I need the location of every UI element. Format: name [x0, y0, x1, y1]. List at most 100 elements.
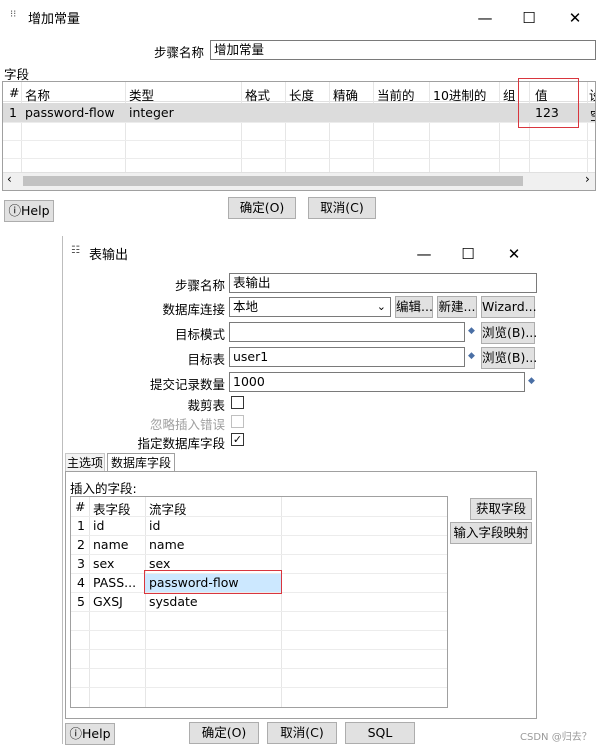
- sql-button[interactable]: SQL: [345, 722, 415, 744]
- row-table-field[interactable]: GXSJ: [93, 594, 123, 609]
- window-title: 增加常量: [28, 12, 81, 27]
- col-header-precision: 精确: [333, 88, 359, 103]
- commit-size-input[interactable]: 1000: [229, 372, 525, 392]
- row-sep: [71, 687, 447, 688]
- close-button[interactable]: ✕: [552, 3, 598, 33]
- step-name-label: 步骤名称: [153, 45, 204, 60]
- row-type[interactable]: integer: [129, 105, 174, 120]
- schema-input[interactable]: [229, 322, 465, 342]
- row-sep: [71, 668, 447, 669]
- row-sep: [71, 649, 447, 650]
- tab-database-fields[interactable]: 数据库字段: [107, 453, 175, 472]
- target-table-label: 目标表: [187, 352, 225, 367]
- row-sep: [3, 122, 595, 123]
- col-sep: [89, 497, 90, 707]
- get-fields-button[interactable]: 获取字段: [470, 498, 532, 520]
- col-header-decimal: 10进制的: [433, 88, 487, 103]
- constants-table[interactable]: # 名称 类型 格式 长度 精确 当前的 10进制的 组 值 设 1 passw…: [2, 81, 596, 191]
- row-num: 5: [77, 594, 85, 609]
- row-name[interactable]: password-flow: [25, 105, 115, 120]
- maximize-button[interactable]: ☐: [506, 3, 552, 33]
- window-title: 表输出: [89, 248, 129, 263]
- row-sep: [3, 158, 595, 159]
- help-button[interactable]: ⓘHelp: [65, 723, 115, 745]
- maximize-button[interactable]: ☐: [445, 239, 491, 269]
- row-table-field[interactable]: sex: [93, 556, 114, 571]
- specify-fields-checkbox[interactable]: ✓: [231, 433, 244, 446]
- step-name-input[interactable]: 增加常量: [210, 40, 596, 60]
- tab-main[interactable]: 主选项: [65, 453, 105, 471]
- col-sep: [145, 497, 146, 707]
- commit-size-label: 提交记录数量: [149, 377, 225, 392]
- col-sep: [21, 82, 22, 174]
- tab-panel: 插入的字段: # 表字段 流字段 1 id id 2 name name 3 s…: [65, 471, 537, 719]
- target-table-input[interactable]: user1: [229, 347, 465, 367]
- table-icon: ☷: [71, 245, 80, 256]
- specify-fields-label: 指定数据库字段: [137, 436, 225, 451]
- scrollbar-thumb[interactable]: [23, 176, 523, 186]
- wizard-button[interactable]: Wizard...: [481, 296, 537, 318]
- col-sep: [285, 82, 286, 174]
- cancel-button[interactable]: 取消(C): [308, 197, 376, 219]
- col-header-num: #: [9, 85, 20, 100]
- map-fields-button[interactable]: 输入字段映射: [450, 522, 532, 544]
- scroll-right-icon[interactable]: ›: [585, 172, 590, 186]
- variable-icon: ◆: [528, 376, 535, 386]
- title-bar: ⁝⁝ 增加常量 — ☐ ✕: [0, 0, 600, 30]
- col-header-name: 名称: [25, 88, 51, 103]
- watermark: CSDN @归去？: [520, 732, 592, 743]
- row-num: 2: [77, 537, 85, 552]
- row-stream-field[interactable]: id: [149, 518, 160, 533]
- scroll-left-icon[interactable]: ‹: [7, 172, 12, 186]
- col-sep: [281, 497, 282, 707]
- row-stream-field[interactable]: sysdate: [149, 594, 198, 609]
- inserted-fields-label: 插入的字段:: [70, 481, 137, 496]
- new-connection-button[interactable]: 新建...: [437, 296, 477, 318]
- row-table-field[interactable]: name: [93, 537, 128, 552]
- table-output-dialog: ☷ 表输出 — ☐ ✕ 步骤名称 表输出 数据库连接 本地 ⌄ 编辑... 新建…: [62, 236, 540, 745]
- row-sep: [71, 554, 447, 555]
- step-name-input[interactable]: 表输出: [229, 273, 537, 293]
- close-button[interactable]: ✕: [491, 239, 537, 269]
- ignore-errors-checkbox: [231, 415, 244, 428]
- col-header-type: 类型: [129, 88, 155, 103]
- ok-button[interactable]: 确定(O): [189, 722, 259, 744]
- minimize-button[interactable]: —: [462, 3, 508, 33]
- col-header-group: 组: [503, 88, 516, 103]
- row-sep: [71, 630, 447, 631]
- connection-select[interactable]: 本地 ⌄: [229, 297, 391, 317]
- connection-label: 数据库连接: [162, 302, 225, 317]
- schema-label: 目标模式: [174, 327, 225, 342]
- col-sep: [373, 82, 374, 174]
- help-icon: ⓘ: [69, 726, 82, 741]
- stream-field-highlight: [144, 570, 282, 594]
- help-icon: ⓘ: [8, 203, 21, 218]
- cancel-button[interactable]: 取消(C): [267, 722, 337, 744]
- col-sep: [587, 82, 588, 174]
- row-table-field[interactable]: PASS...: [93, 575, 145, 590]
- col-sep: [499, 82, 500, 174]
- col-header-currency: 当前的: [377, 88, 415, 103]
- row-sep: [71, 611, 447, 612]
- ignore-errors-label: 忽略插入错误: [149, 417, 225, 432]
- ok-button[interactable]: 确定(O): [228, 197, 296, 219]
- truncate-checkbox[interactable]: [231, 396, 244, 409]
- add-constants-dialog: ⁝⁝ 增加常量 — ☐ ✕ 步骤名称 增加常量 字段 # 名称 类型 格式 长度…: [0, 0, 600, 228]
- col-sep: [125, 82, 126, 174]
- variable-icon: ◆: [468, 351, 475, 361]
- title-bar: ☷ 表输出 — ☐ ✕: [63, 236, 540, 266]
- browse-table-button[interactable]: 浏览(B)...: [481, 347, 537, 369]
- truncate-label: 裁剪表: [187, 398, 225, 413]
- field-mapping-table[interactable]: # 表字段 流字段 1 id id 2 name name 3 sex sex …: [70, 496, 448, 708]
- minimize-button[interactable]: —: [401, 239, 447, 269]
- step-icon: ⁝⁝: [10, 9, 17, 20]
- row-table-field[interactable]: id: [93, 518, 104, 533]
- col-sep: [429, 82, 430, 174]
- col-header-length: 长度: [289, 88, 315, 103]
- edit-connection-button[interactable]: 编辑...: [395, 296, 433, 318]
- row-stream-field[interactable]: name: [149, 537, 184, 552]
- chevron-down-icon: ⌄: [376, 300, 386, 313]
- row-stream-field[interactable]: sex: [149, 556, 170, 571]
- help-button[interactable]: ⓘHelp: [4, 200, 54, 222]
- browse-schema-button[interactable]: 浏览(B)...: [481, 322, 537, 344]
